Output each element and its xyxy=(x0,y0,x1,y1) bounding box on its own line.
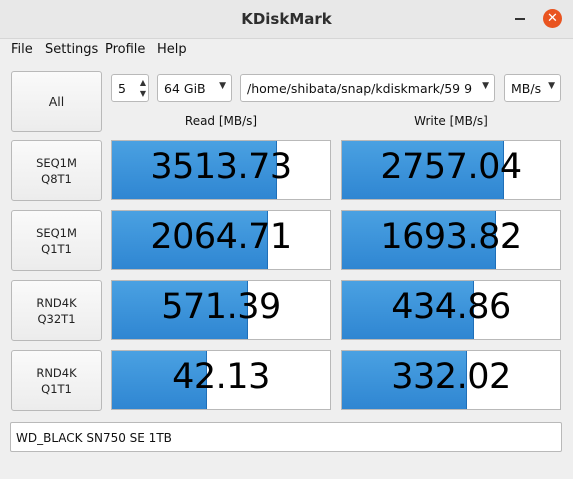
test-params: Q1T1 xyxy=(41,241,72,256)
size-value: 64 GiB xyxy=(164,81,206,96)
read-value: 2064.71 xyxy=(150,217,292,257)
write-value: 332.02 xyxy=(391,357,511,397)
menu-settings[interactable]: Settings xyxy=(45,42,98,57)
path-value: /home/shibata/snap/kdiskmark/59 93% ( xyxy=(247,81,472,96)
read-value: 3513.73 xyxy=(150,147,292,187)
close-button[interactable]: ✕ xyxy=(543,9,562,28)
write-result-cell: 2757.04 xyxy=(341,140,561,200)
test-button[interactable]: RND4K Q32T1 xyxy=(11,280,102,341)
loops-value: 5 xyxy=(118,81,126,96)
test-name: SEQ1M xyxy=(36,225,77,240)
loops-spinbox[interactable]: 5 ▲ ▼ xyxy=(111,74,149,102)
run-all-button[interactable]: All xyxy=(11,71,102,132)
read-result-cell: 3513.73 xyxy=(111,140,331,200)
write-header: Write [MB/s] xyxy=(414,114,488,128)
menu-bar: File Settings Profile Help xyxy=(0,38,573,62)
unit-value: MB/s xyxy=(511,81,542,96)
spin-down-icon[interactable]: ▼ xyxy=(140,89,146,98)
test-name: RND4K xyxy=(36,365,77,380)
chevron-down-icon: ▼ xyxy=(482,81,489,91)
chevron-down-icon: ▼ xyxy=(219,81,226,91)
write-value: 1693.82 xyxy=(380,217,522,257)
minimize-button[interactable] xyxy=(515,18,525,20)
read-header: Read [MB/s] xyxy=(184,114,258,128)
read-result-cell: 571.39 xyxy=(111,280,331,340)
read-value: 42.13 xyxy=(172,357,270,397)
test-button[interactable]: RND4K Q1T1 xyxy=(11,350,102,411)
menu-help[interactable]: Help xyxy=(157,42,187,57)
read-result-cell: 42.13 xyxy=(111,350,331,410)
drive-info-text: WD_BLACK SN750 SE 1TB xyxy=(16,431,172,445)
test-button[interactable]: SEQ1M Q8T1 xyxy=(11,140,102,201)
drive-info-field[interactable]: WD_BLACK SN750 SE 1TB xyxy=(10,422,562,452)
menu-file[interactable]: File xyxy=(11,42,33,57)
write-value: 2757.04 xyxy=(380,147,522,187)
write-result-cell: 434.86 xyxy=(341,280,561,340)
test-button[interactable]: SEQ1M Q1T1 xyxy=(11,210,102,271)
read-value: 571.39 xyxy=(161,287,281,327)
write-value: 434.86 xyxy=(391,287,511,327)
test-params: Q1T1 xyxy=(41,381,72,396)
close-icon: ✕ xyxy=(547,11,558,26)
test-name: RND4K xyxy=(36,295,77,310)
path-select[interactable]: /home/shibata/snap/kdiskmark/59 93% ( ▼ xyxy=(240,74,495,102)
read-result-cell: 2064.71 xyxy=(111,210,331,270)
window-title: KDiskMark xyxy=(241,10,332,28)
unit-select[interactable]: MB/s ▼ xyxy=(504,74,561,102)
test-name: SEQ1M xyxy=(36,155,77,170)
chevron-down-icon: ▼ xyxy=(548,81,555,91)
spin-up-icon[interactable]: ▲ xyxy=(140,78,146,87)
test-params: Q8T1 xyxy=(41,171,72,186)
run-all-label: All xyxy=(48,93,65,109)
write-result-cell: 332.02 xyxy=(341,350,561,410)
write-result-cell: 1693.82 xyxy=(341,210,561,270)
test-params: Q32T1 xyxy=(37,311,76,326)
size-select[interactable]: 64 GiB ▼ xyxy=(157,74,232,102)
menu-profile[interactable]: Profile xyxy=(105,42,145,57)
title-bar: KDiskMark ✕ xyxy=(0,0,573,39)
